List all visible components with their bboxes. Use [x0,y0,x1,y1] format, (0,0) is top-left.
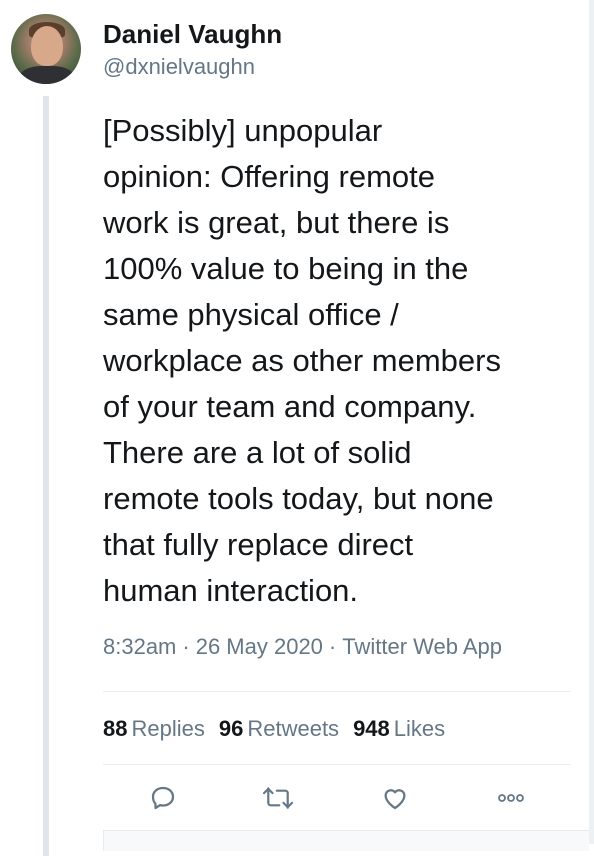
tweet-text: [Possibly] unpopular opinion: Offering r… [103,113,501,608]
reply-compose-area[interactable] [103,830,589,851]
meta-separator: · [182,634,190,659]
more-options-button[interactable] [491,780,531,820]
reply-icon [148,783,178,818]
meta-separator: · [328,634,337,659]
like-icon [379,783,411,818]
replies-stat[interactable]: 88 Replies [103,716,219,741]
replies-count: 88 [103,716,128,741]
tweet-author-header: Daniel Vaughn @dxnielvaughn [103,18,282,82]
reply-button[interactable] [143,780,183,820]
author-handle[interactable]: @dxnielvaughn [103,52,282,82]
retweet-button[interactable] [258,780,298,820]
more-icon [495,791,527,810]
author-display-name[interactable]: Daniel Vaughn [103,18,282,50]
retweets-label: Retweets [247,716,340,741]
retweet-icon [261,783,295,818]
likes-stat[interactable]: 948 Likes [353,716,459,741]
divider [103,691,570,692]
tweet-actions [103,780,543,820]
likes-count: 948 [353,716,390,741]
divider [103,764,570,765]
thread-connector-line [43,96,49,856]
tweet-time[interactable]: 8:32am [103,634,176,659]
avatar[interactable] [11,14,81,84]
tweet-source[interactable]: Twitter Web App [342,634,502,659]
tweet-stats: 88 Replies 96 Retweets 948 Likes [103,712,459,746]
tweet-metadata: 8:32am · 26 May 2020 · Twitter Web App [103,630,502,664]
tweet-date[interactable]: 26 May 2020 [196,634,323,659]
replies-label: Replies [131,716,205,741]
timeline-border [589,0,594,844]
like-button[interactable] [375,780,415,820]
likes-label: Likes [393,716,446,741]
retweets-count: 96 [218,716,244,741]
retweets-stat[interactable]: 96 Retweets [219,716,353,741]
